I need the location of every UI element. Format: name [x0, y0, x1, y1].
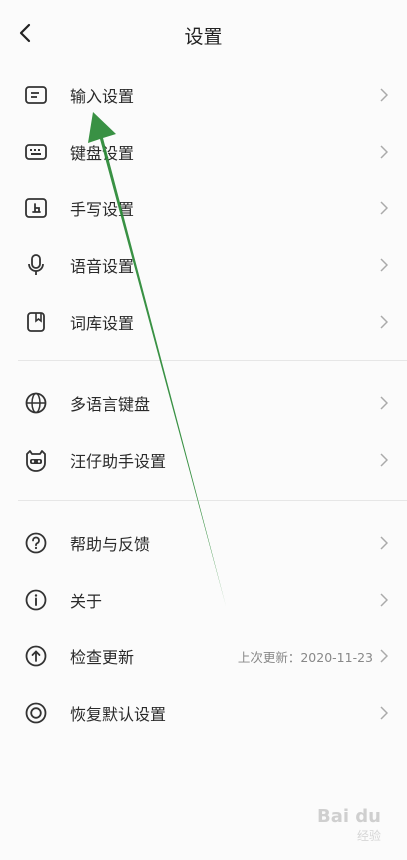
microphone-icon: [22, 251, 50, 279]
settings-group-input: 输入设置 键盘设置 手写设置 语音设置 词库设置: [0, 67, 407, 350]
page-title: 设置: [184, 26, 223, 48]
chevron-right-icon: [379, 705, 389, 721]
chevron-right-icon: [379, 535, 389, 551]
header-bar: 设置: [0, 0, 407, 68]
settings-row-voice[interactable]: 语音设置: [0, 237, 407, 294]
settings-row-keyboard[interactable]: 键盘设置: [0, 124, 407, 181]
chevron-right-icon: [379, 452, 389, 468]
settings-row-label: 多语言键盘: [70, 395, 151, 415]
settings-row-label: 关于: [70, 591, 103, 611]
watermark-sub: 经验: [356, 829, 381, 843]
handwriting-icon: [22, 194, 50, 222]
section-divider: [18, 360, 407, 361]
section-divider: [18, 500, 407, 501]
last-update-text: 上次更新：2020-11-23: [237, 649, 373, 665]
chevron-right-icon: [379, 144, 389, 160]
chevron-right-icon: [379, 314, 389, 330]
settings-row-label: 词库设置: [70, 313, 135, 333]
globe-icon: [22, 389, 50, 417]
input-box-icon: [22, 81, 50, 109]
chevron-right-icon: [379, 592, 389, 608]
settings-row-assistant[interactable]: 汪仔助手设置: [0, 432, 407, 489]
chevron-right-icon: [379, 395, 389, 411]
settings-row-input[interactable]: 输入设置: [0, 67, 407, 124]
settings-row-label: 输入设置: [70, 87, 135, 107]
upload-arrow-icon: [22, 642, 50, 670]
settings-row-check-update[interactable]: 检查更新 上次更新：2020-11-23: [0, 628, 407, 685]
settings-row-label: 汪仔助手设置: [70, 451, 167, 471]
settings-row-label: 手写设置: [70, 200, 135, 220]
info-icon: [22, 586, 50, 614]
keyboard-icon: [22, 138, 50, 166]
settings-row-label: 语音设置: [70, 257, 135, 277]
settings-row-label: 键盘设置: [70, 143, 135, 163]
settings-group-general: 帮助与反馈 关于 检查更新 上次更新：2020-11-23 恢复默认设置: [0, 515, 407, 741]
settings-row-help[interactable]: 帮助与反馈: [0, 515, 407, 572]
baidu-watermark: Bai du 经验: [317, 806, 381, 844]
chevron-right-icon: [379, 87, 389, 103]
chevron-right-icon: [379, 648, 389, 664]
settings-group-language: 多语言键盘 汪仔助手设置: [0, 375, 407, 488]
settings-row-label: 帮助与反馈: [70, 535, 151, 555]
settings-row-handwriting[interactable]: 手写设置: [0, 180, 407, 237]
restore-circle-icon: [22, 699, 50, 727]
watermark-brand: Bai du: [316, 806, 381, 827]
chevron-right-icon: [379, 257, 389, 273]
help-icon: [22, 529, 50, 557]
settings-row-dictionary[interactable]: 词库设置: [0, 293, 407, 350]
mascot-icon: [22, 446, 50, 474]
settings-row-about[interactable]: 关于: [0, 572, 407, 629]
settings-row-restore-default[interactable]: 恢复默认设置: [0, 685, 407, 742]
settings-row-label: 检查更新: [70, 648, 135, 668]
settings-row-label: 恢复默认设置: [70, 705, 167, 725]
settings-row-multilanguage[interactable]: 多语言键盘: [0, 375, 407, 432]
chevron-right-icon: [379, 200, 389, 216]
dictionary-icon: [22, 308, 50, 336]
